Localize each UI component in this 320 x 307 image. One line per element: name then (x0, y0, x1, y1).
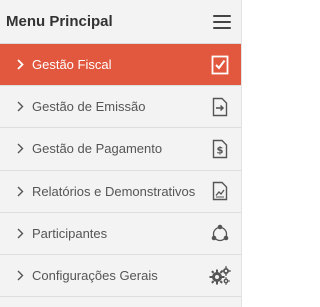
document-arrow-icon (209, 96, 231, 118)
document-dollar-icon: $ (209, 138, 231, 160)
menu-item-participantes[interactable]: Participantes (0, 212, 241, 255)
menu-header: Menu Principal (0, 0, 241, 44)
menu-item-gestao-emissao[interactable]: Gestão de Emissão (0, 86, 241, 129)
menu-item-label: Participantes (32, 225, 108, 241)
menu-item-label: Configurações Gerais (32, 268, 158, 284)
hamburger-menu-icon[interactable] (213, 14, 231, 29)
chevron-right-icon (17, 143, 27, 154)
menu-item-gestao-fiscal[interactable]: Gestão Fiscal (0, 44, 241, 87)
menu-item-relatorios[interactable]: Relatórios e Demonstrativos (0, 170, 241, 213)
menu-item-gestao-pagamento[interactable]: Gestão de Pagamento $ (0, 128, 241, 171)
main-menu: Menu Principal Gestão Fiscal Gestão de E… (0, 0, 242, 307)
svg-text:$: $ (217, 145, 224, 156)
chevron-right-icon (17, 59, 27, 70)
menu-item-label: Gestão de Emissão (32, 99, 146, 115)
chevron-right-icon (17, 270, 27, 281)
network-icon (209, 222, 231, 244)
menu-title: Menu Principal (6, 13, 113, 30)
document-check-icon (209, 54, 231, 76)
menu-item-label: Gestão Fiscal (32, 57, 112, 73)
chevron-right-icon (17, 101, 27, 112)
menu-list: Gestão Fiscal Gestão de Emissão Gestão d… (0, 44, 241, 298)
gears-icon (209, 265, 231, 287)
menu-item-configuracoes[interactable]: Configurações Gerais (0, 254, 241, 298)
menu-item-label: Gestão de Pagamento (32, 141, 163, 157)
chevron-right-icon (17, 228, 27, 239)
menu-item-label: Relatórios e Demonstrativos (32, 183, 196, 199)
document-chart-icon (209, 180, 231, 202)
chevron-right-icon (17, 186, 27, 197)
